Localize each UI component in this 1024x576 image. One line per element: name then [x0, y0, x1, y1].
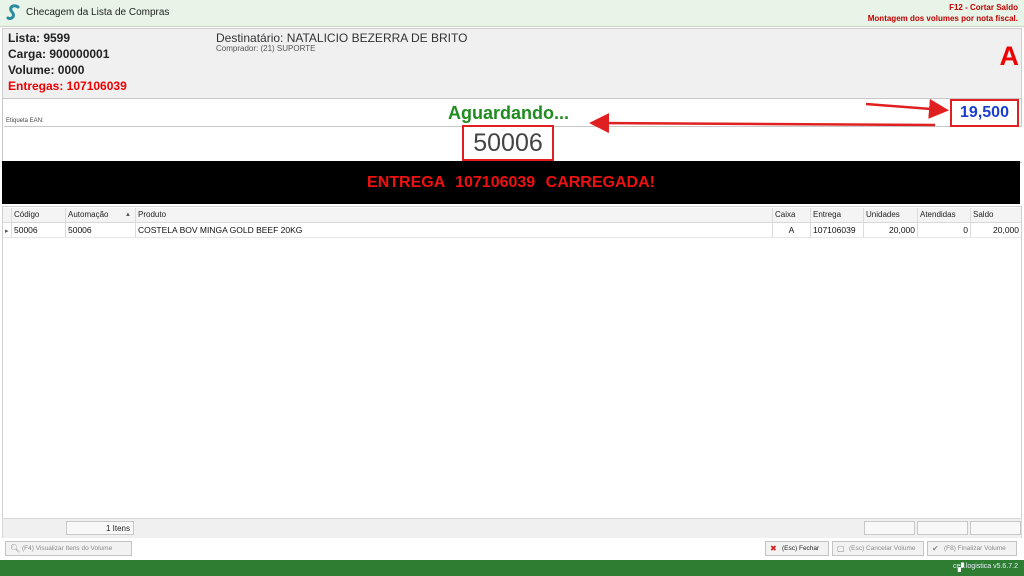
header-codigo[interactable]: Código — [12, 208, 66, 222]
title-bar: Checagem da Lista de Compras F12 - Corta… — [0, 0, 1024, 27]
ean-value: 50006 — [462, 125, 554, 161]
volume-label: Volume: 0000 — [8, 63, 85, 77]
delivery-banner: ENTREGA 107106039 CARREGADA! — [2, 161, 1020, 204]
sort-asc-icon: ▲ — [125, 212, 131, 218]
grid-header: Código Automação ▲ Produto Caixa Entrega … — [3, 208, 1021, 223]
cancel-volume-button[interactable]: ▢ (Esc) Cancelar Volume — [832, 541, 924, 556]
header-unidades[interactable]: Unidades — [864, 208, 918, 222]
table-row[interactable]: ▸ 50006 50006 COSTELA BOV MINGA GOLD BEE… — [3, 223, 1021, 238]
mode-hint: Montagem dos volumes por nota fiscal. — [867, 14, 1018, 23]
close-icon: ✖ — [770, 544, 777, 553]
cancel-volume-label: (Esc) Cancelar Volume — [849, 545, 916, 552]
cell-saldo: 20,000 — [993, 225, 1019, 235]
destinatario-label: Destinatário: NATALICIO BEZERRA DE BRITO — [216, 31, 468, 45]
carga-label: Carga: 900000001 — [8, 47, 110, 61]
header-caixa[interactable]: Caixa — [773, 208, 811, 222]
grid-footer: 1 Itens — [2, 518, 1022, 539]
sum-atendidas — [917, 521, 968, 535]
header-automacao-label: Automação — [68, 210, 109, 219]
cell-automacao: 50006 — [66, 223, 136, 237]
header-entrega[interactable]: Entrega — [811, 208, 864, 222]
finish-volume-label: (F8) Finalizar Volume — [944, 545, 1006, 552]
sum-unidades — [864, 521, 915, 535]
header-saldo[interactable]: Saldo — [971, 208, 1021, 222]
version-label: ces.logistica v5.6.7.2 — [953, 563, 1018, 570]
cell-codigo: 50006 — [12, 223, 66, 237]
finish-volume-button[interactable]: ✔ (F8) Finalizar Volume — [927, 541, 1017, 556]
row-indicator: ▸ — [3, 223, 12, 237]
items-grid: Código Automação ▲ Produto Caixa Entrega … — [2, 206, 1022, 519]
header-produto[interactable]: Produto — [136, 208, 773, 222]
header-indicator — [3, 208, 12, 222]
item-count: 1 Itens — [66, 521, 134, 535]
view-volume-items-button[interactable]: 🔍︎ (F4) Visualizar Itens do Volume — [5, 541, 132, 556]
app-logo-icon — [6, 4, 20, 20]
window-title: Checagem da Lista de Compras — [26, 7, 170, 18]
weight-display: 19,500 — [950, 99, 1019, 127]
row-pointer-icon: ▸ — [5, 228, 9, 235]
ean-label: Etiqueta EAN: — [6, 118, 44, 124]
box-letter: A — [999, 41, 1020, 71]
button-bar: 🔍︎ (F4) Visualizar Itens do Volume ✖ (Esc)… — [0, 538, 1024, 559]
cancel-icon: ▢ — [837, 544, 845, 553]
status-bar: ▞ ces.logistica v5.6.7.2 — [0, 560, 1024, 576]
cell-caixa: A — [773, 223, 811, 237]
cell-entrega: 107106039 — [811, 223, 864, 237]
header-automacao[interactable]: Automação ▲ — [66, 208, 136, 222]
cell-produto: COSTELA BOV MINGA GOLD BEEF 20KG — [136, 223, 773, 237]
shortcut-hint: F12 - Cortar Saldo — [949, 3, 1018, 12]
status-text: Aguardando... — [448, 103, 569, 123]
info-panel: Lista: 9599 Carga: 900000001 Volume: 000… — [2, 28, 1022, 99]
header-atendidas[interactable]: Atendidas — [918, 208, 971, 222]
sum-saldo — [970, 521, 1021, 535]
search-icon: 🔍︎ — [10, 544, 21, 553]
lista-label: Lista: 9599 — [8, 31, 71, 45]
comprador-label: Comprador: (21) SUPORTE — [216, 44, 316, 53]
check-icon: ✔ — [932, 544, 939, 553]
close-button[interactable]: ✖ (Esc) Fechar — [765, 541, 829, 556]
cell-unidades: 20,000 — [864, 223, 918, 237]
close-label: (Esc) Fechar — [782, 545, 820, 552]
view-volume-items-label: (F4) Visualizar Itens do Volume — [22, 545, 113, 552]
entregas-label: Entregas: 107106039 — [8, 79, 127, 93]
cell-atendidas: 0 — [918, 223, 971, 237]
